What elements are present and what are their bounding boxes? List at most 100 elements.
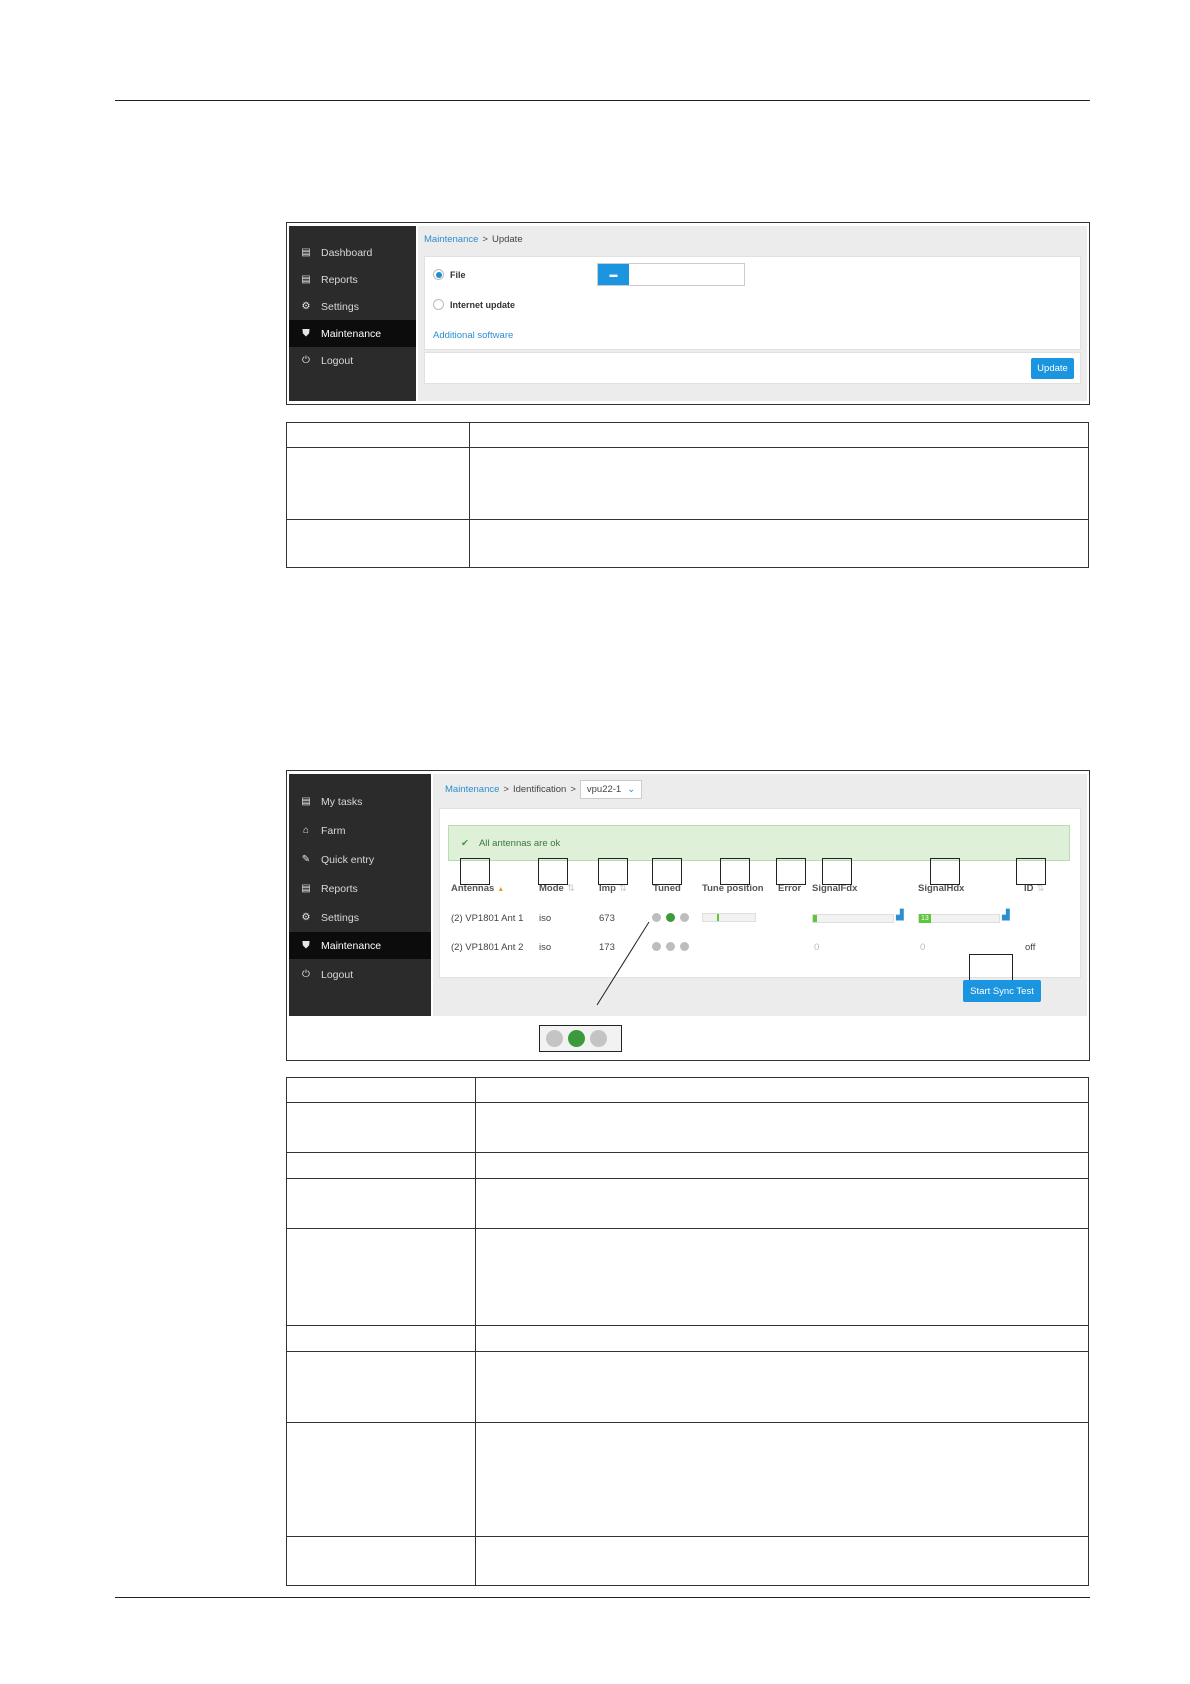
antenna-imp: 673 xyxy=(599,913,615,924)
chart-icon[interactable]: ▟ xyxy=(1002,910,1010,921)
sidebar-item-settings[interactable]: ⚙ Settings xyxy=(289,904,431,931)
sidebar: ▤ Dashboard ▤ Reports ⚙ Settings ⛊ Maint… xyxy=(289,226,416,401)
table-row xyxy=(286,1535,1089,1587)
list-icon: ▤ xyxy=(301,247,311,258)
report-icon: ▤ xyxy=(301,883,311,894)
table-cell xyxy=(475,1102,1089,1154)
zoom-indicator-2 xyxy=(568,1030,585,1047)
tuned-indicator-1 xyxy=(652,913,661,922)
table-cell xyxy=(286,1324,476,1353)
main-content: Maintenance > Update File ▬ Internet upd… xyxy=(418,226,1087,401)
table-row xyxy=(286,1102,1089,1154)
sidebar-item-label: Quick entry xyxy=(321,853,375,866)
chart-icon[interactable]: ▟ xyxy=(896,910,904,921)
description-table-2 xyxy=(286,1076,1089,1587)
sidebar-item-label: My tasks xyxy=(321,795,363,808)
callout-box xyxy=(720,858,750,885)
sidebar-item-reports[interactable]: ▤ Reports xyxy=(289,875,431,902)
breadcrumb-separator: > xyxy=(570,783,576,795)
sidebar-item-label: Dashboard xyxy=(321,246,373,259)
home-icon: ⌂ xyxy=(302,825,310,836)
file-picker[interactable]: ▬ xyxy=(597,263,745,286)
callout-box xyxy=(652,858,682,885)
table-cell xyxy=(469,519,1089,568)
table-row xyxy=(286,447,1089,520)
callout-box xyxy=(460,858,490,885)
report-icon: ▤ xyxy=(301,274,311,285)
option-internet-update[interactable]: Internet update xyxy=(433,299,515,310)
zoom-indicator-1 xyxy=(546,1030,563,1047)
callout-box xyxy=(1016,858,1046,885)
folder-button[interactable]: ▬ xyxy=(598,264,629,285)
option-file[interactable]: File xyxy=(433,269,466,280)
sidebar-item-reports[interactable]: ▤ Reports xyxy=(289,266,416,293)
signal-hdx-value: 13 xyxy=(919,914,931,923)
sidebar-item-dashboard[interactable]: ▤ Dashboard xyxy=(289,239,416,266)
main-content: Maintenance > Identification > vpu22-1 ⌄… xyxy=(433,774,1087,1016)
tuned-indicator-3 xyxy=(680,913,689,922)
callout-box xyxy=(538,858,568,885)
radio-internet-update[interactable] xyxy=(433,299,444,310)
update-button[interactable]: Update xyxy=(1031,358,1074,379)
additional-software-link[interactable]: Additional software xyxy=(433,330,513,341)
sort-asc-icon: ▲ xyxy=(497,886,505,893)
header-rule xyxy=(115,100,1090,101)
table-cell xyxy=(475,1324,1089,1353)
edit-icon: ✎ xyxy=(301,854,311,865)
sidebar-item-my-tasks[interactable]: ▤ My tasks xyxy=(289,788,431,815)
sidebar-item-maintenance[interactable]: ⛊ Maintenance xyxy=(289,932,431,959)
table-cell xyxy=(469,447,1089,520)
antenna-mode: iso xyxy=(539,942,552,953)
table-cell xyxy=(286,447,470,520)
breadcrumb: Maintenance > Identification > vpu22-1 ⌄ xyxy=(445,778,643,800)
power-icon: ⏻ xyxy=(302,969,310,980)
device-select[interactable]: vpu22-1 ⌄ xyxy=(579,779,643,799)
tuned-indicator-2 xyxy=(666,942,675,951)
signal-hdx-bar: 13 xyxy=(918,914,1000,923)
antenna-id: off xyxy=(1025,942,1036,953)
table-cell xyxy=(475,1351,1089,1424)
tune-position-marker xyxy=(717,914,719,921)
callout-box xyxy=(969,954,1013,981)
identification-screenshot: ▤ My tasks ⌂ Farm ✎ Quick entry ▤ Report… xyxy=(286,770,1090,1061)
table-cell xyxy=(475,1227,1089,1326)
antenna-panel: ✔ All antennas are ok Antennas ▲ Mode ⇅ Im… xyxy=(439,808,1081,978)
radio-file[interactable] xyxy=(433,269,444,280)
table-cell xyxy=(286,1102,476,1154)
antenna-name: (2) VP1801 Ant 1 xyxy=(451,913,524,924)
sidebar-item-label: Reports xyxy=(321,273,358,286)
sidebar-item-logout[interactable]: ⏻ Logout xyxy=(289,961,431,988)
table-row xyxy=(286,1422,1089,1537)
start-sync-test-button[interactable]: Start Sync Test xyxy=(963,980,1041,1002)
option-label: File xyxy=(450,269,466,280)
shield-icon: ⛊ xyxy=(302,940,310,951)
tuned-indicator-2 xyxy=(666,913,675,922)
sidebar-item-label: Farm xyxy=(321,824,346,837)
table-cell xyxy=(286,1227,476,1326)
sidebar-item-quick-entry[interactable]: ✎ Quick entry xyxy=(289,846,431,873)
table-row xyxy=(286,1324,1089,1353)
description-table-1 xyxy=(286,422,1089,568)
breadcrumb-link-maintenance[interactable]: Maintenance xyxy=(445,784,499,795)
sort-icon: ⇅ xyxy=(566,883,575,894)
table-cell xyxy=(286,422,470,448)
sidebar-item-settings[interactable]: ⚙ Settings xyxy=(289,293,416,320)
table-cell xyxy=(475,1076,1089,1104)
tune-position-bar xyxy=(702,913,756,922)
tuned-indicator-3 xyxy=(680,942,689,951)
table-cell xyxy=(286,1076,476,1104)
sidebar-item-farm[interactable]: ⌂ Farm xyxy=(289,817,431,844)
gears-icon: ⚙ xyxy=(301,301,311,312)
table-row xyxy=(286,1076,1089,1104)
signal-fdx-value: 0 xyxy=(814,942,820,953)
device-select-value: vpu22-1 xyxy=(586,783,622,795)
table-cell xyxy=(475,1422,1089,1537)
breadcrumb-current: Identification xyxy=(512,783,567,795)
table-cell xyxy=(475,1152,1089,1180)
table-cell xyxy=(286,1422,476,1537)
breadcrumb-link-maintenance[interactable]: Maintenance xyxy=(424,234,478,245)
table-row xyxy=(286,1227,1089,1326)
sidebar-item-logout[interactable]: ⏻ Logout xyxy=(289,347,416,374)
sidebar-item-maintenance[interactable]: ⛊ Maintenance xyxy=(289,320,416,347)
sidebar: ▤ My tasks ⌂ Farm ✎ Quick entry ▤ Report… xyxy=(289,774,431,1016)
